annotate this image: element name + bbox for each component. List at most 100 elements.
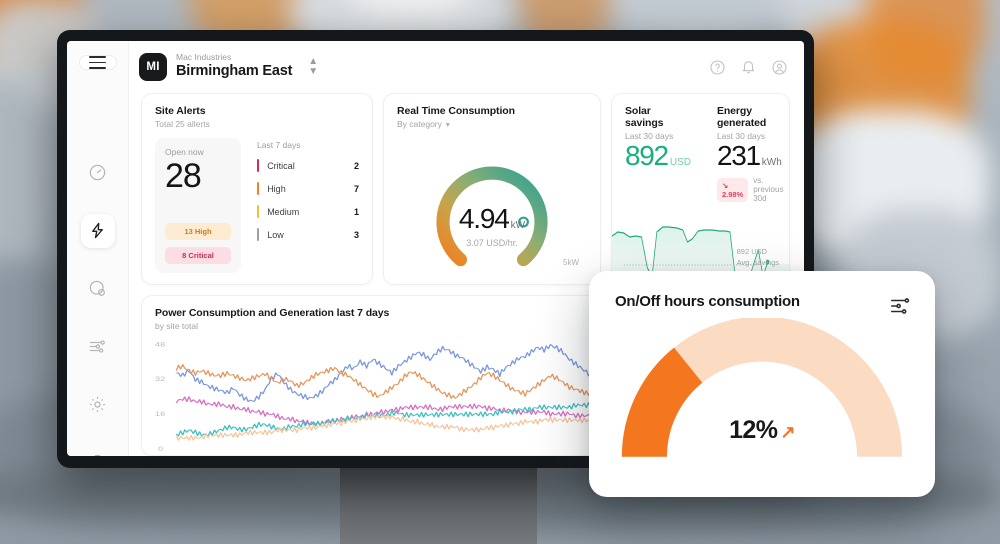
line-series-group bbox=[175, 344, 653, 441]
list-item[interactable]: High 7 bbox=[257, 182, 359, 195]
status-badge-high: 13 High bbox=[165, 223, 231, 240]
sidebar-item-energy[interactable] bbox=[80, 213, 115, 248]
gauge-svg bbox=[436, 166, 548, 267]
monitor-stand bbox=[340, 468, 537, 544]
real-time-consumption-card: Real Time Consumption By category ▼ 4.94… bbox=[383, 93, 601, 285]
severity-name: High bbox=[267, 183, 286, 194]
annotation-label: Avg. savings bbox=[736, 257, 779, 267]
timer-icon bbox=[88, 279, 107, 298]
energy-generated-metric: Energy generated Last 30 days 231 kWh ↘ 2… bbox=[716, 105, 784, 203]
severity-color-bar bbox=[257, 182, 260, 195]
severity-count: 7 bbox=[353, 183, 359, 194]
severity-color-bar bbox=[257, 228, 260, 241]
site-alerts-card: Site Alerts Total 25 allerts Open now 28… bbox=[141, 93, 373, 285]
metric-value: 892 bbox=[625, 140, 669, 171]
hamburger-icon-line bbox=[89, 56, 106, 58]
card-subtitle: Total 25 allerts bbox=[155, 119, 210, 129]
svg-text:48: 48 bbox=[155, 341, 166, 348]
menu-toggle-button[interactable] bbox=[78, 55, 117, 70]
line-chart-svg: 48 32 16 0 bbox=[155, 341, 653, 453]
solar-savings-card: Solar savings Last 30 days 892 USD Energy… bbox=[611, 93, 790, 285]
gauge-unit: kW bbox=[510, 220, 526, 231]
sparkline-annotation: 892 USD Avg. savings bbox=[737, 247, 779, 268]
user-avatar-icon[interactable] bbox=[771, 59, 788, 76]
brand-text: Mac Industries Birmingham East bbox=[176, 53, 292, 80]
org-name: Mac Industries bbox=[176, 52, 232, 63]
help-circle-icon[interactable] bbox=[709, 59, 726, 76]
metric-value: 231 bbox=[716, 140, 761, 171]
consumption-gauge: 4.94 kW 3.07 USD/hr. 5kW bbox=[397, 131, 587, 271]
category-label: By category bbox=[397, 119, 442, 129]
list-item[interactable]: Critical 2 bbox=[257, 159, 359, 172]
card-subtitle-dropdown[interactable]: By category ▼ bbox=[397, 119, 587, 129]
gear-icon bbox=[88, 395, 107, 414]
onoff-hours-card: On/Off hours consumption 12% ↗ bbox=[589, 271, 935, 497]
card-subtitle: by site total bbox=[155, 321, 198, 331]
line-series bbox=[175, 364, 653, 399]
list-item[interactable]: Low 3 bbox=[257, 228, 359, 241]
svg-text:0: 0 bbox=[158, 445, 164, 452]
solar-savings-metric: Solar savings Last 30 days 892 USD bbox=[625, 105, 691, 203]
topbar-icons bbox=[709, 59, 788, 76]
annotation-value: 892 USD bbox=[736, 247, 768, 256]
metric: 231 kWh bbox=[717, 141, 784, 170]
sidebar-nav bbox=[80, 156, 115, 456]
chevron-down-icon: ▼ bbox=[444, 122, 452, 129]
card-title: On/Off hours consumption bbox=[615, 293, 800, 310]
delta-row: ↘ 2.98% vs. previous 30d bbox=[716, 176, 783, 203]
severity-color-bar bbox=[257, 159, 260, 172]
line-series bbox=[175, 413, 653, 441]
severity-count: 1 bbox=[353, 206, 359, 217]
site-switch-chevrons-icon[interactable]: ▲ ▼ bbox=[308, 57, 318, 77]
severity-range-label: Last 7 days bbox=[257, 140, 301, 150]
metric-unit: kWh bbox=[761, 157, 782, 168]
severity-count: 3 bbox=[353, 229, 359, 240]
sidebar bbox=[67, 41, 129, 456]
brand-site-selector[interactable]: MI Mac Industries Birmingham East ▲ ▼ bbox=[139, 53, 318, 81]
power-chart-column: Power Consumption and Generation last 7 … bbox=[155, 307, 658, 455]
power-line-chart: 48 32 16 0 bbox=[155, 337, 658, 455]
card-title: Site Alerts bbox=[155, 105, 206, 117]
gauge-readout: 4.94 kW 3.07 USD/hr. bbox=[397, 203, 587, 248]
severity-name: Low bbox=[267, 229, 284, 240]
gauge-subvalue: 3.07 USD/hr. bbox=[466, 238, 518, 248]
speedometer-icon bbox=[88, 163, 107, 182]
status-badge-critical: 8 Critical bbox=[165, 247, 231, 264]
topbar: MI Mac Industries Birmingham East ▲ ▼ bbox=[129, 41, 804, 93]
bell-icon bbox=[88, 453, 107, 456]
hamburger-icon-line bbox=[89, 61, 106, 64]
card-title: Solar savings bbox=[625, 105, 664, 129]
lightning-bolt-icon bbox=[88, 221, 107, 240]
metric-unit: USD bbox=[669, 157, 691, 168]
severity-color-bar bbox=[257, 205, 260, 218]
gauge-value: 4.94 bbox=[458, 203, 510, 234]
open-now-value: 28 bbox=[165, 157, 202, 195]
alerts-body: Open now 28 13 High 8 Critical Last 7 da… bbox=[155, 138, 359, 273]
sliders-icon[interactable] bbox=[889, 295, 911, 317]
list-item[interactable]: Medium 1 bbox=[257, 205, 359, 218]
open-now-panel: Open now 28 13 High 8 Critical bbox=[155, 138, 241, 273]
sidebar-item-schedule[interactable] bbox=[81, 272, 115, 306]
sidebar-item-controls[interactable] bbox=[81, 330, 115, 364]
metric: 892 USD bbox=[625, 141, 691, 170]
onoff-percent: 12% bbox=[729, 416, 778, 444]
svg-text:16: 16 bbox=[155, 410, 166, 417]
sidebar-item-alerts[interactable] bbox=[81, 446, 115, 456]
onoff-value: 12% ↗ bbox=[615, 416, 909, 445]
cards-row-top: Site Alerts Total 25 allerts Open now 28… bbox=[141, 93, 790, 285]
sidebar-item-dashboard[interactable] bbox=[81, 156, 115, 190]
card-title: Energy generated bbox=[716, 105, 767, 129]
onoff-gauge: 12% ↗ bbox=[615, 316, 909, 468]
svg-text:32: 32 bbox=[155, 376, 165, 383]
sidebar-item-settings[interactable] bbox=[81, 388, 115, 422]
hamburger-icon-line bbox=[89, 67, 106, 69]
severity-name: Critical bbox=[267, 160, 295, 171]
company-logo: MI bbox=[139, 53, 167, 81]
y-axis-ticks: 48 32 16 0 bbox=[155, 341, 166, 453]
trend-up-arrow-icon: ↗ bbox=[780, 422, 795, 442]
severity-count: 2 bbox=[353, 160, 359, 171]
gauge-max-label: 5kW bbox=[563, 258, 579, 267]
bell-icon[interactable] bbox=[740, 59, 757, 76]
status-badge: ↘ 2.98% bbox=[716, 177, 749, 202]
solar-metrics: Solar savings Last 30 days 892 USD Energy… bbox=[625, 105, 783, 203]
